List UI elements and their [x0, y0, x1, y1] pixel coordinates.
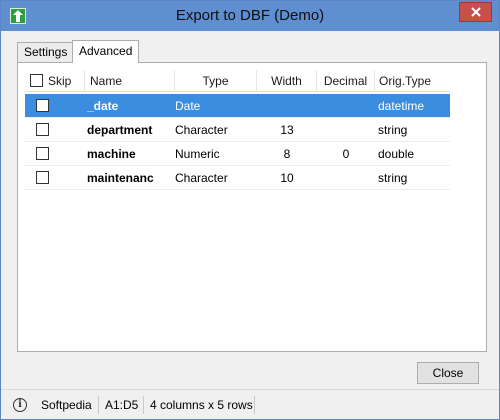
field-type[interactable]: Character	[175, 166, 257, 190]
field-type[interactable]: Character	[175, 118, 257, 142]
skip-checkbox[interactable]	[36, 123, 49, 136]
table-row[interactable]: maintenanc Character 10 string	[25, 166, 450, 190]
skip-checkbox[interactable]	[36, 171, 49, 184]
status-summary: 4 columns x 5 rows	[150, 398, 253, 412]
header-name[interactable]: Name	[85, 70, 175, 92]
field-type[interactable]: Date	[175, 94, 257, 118]
header-skip-label: Skip	[48, 74, 72, 88]
field-orig-type: string	[378, 171, 408, 185]
field-name: department	[87, 123, 153, 137]
field-decimal[interactable]	[317, 118, 375, 142]
title-bar[interactable]: Export to DBF (Demo)	[1, 1, 499, 31]
skip-checkbox[interactable]	[36, 147, 49, 160]
table-row[interactable]: _date Date datetime	[25, 94, 450, 118]
field-decimal[interactable]	[317, 94, 375, 118]
tab-settings[interactable]: Settings	[17, 42, 73, 62]
field-width[interactable]	[257, 94, 317, 118]
field-width[interactable]: 8	[257, 142, 317, 166]
window-title: Export to DBF (Demo)	[175, 7, 325, 24]
status-divider	[143, 396, 144, 414]
status-divider	[254, 396, 255, 414]
header-width[interactable]: Width	[257, 70, 317, 92]
grid-header: Skip Name Type Width Decimal Orig.Type	[25, 70, 450, 92]
tab-advanced[interactable]: Advanced	[72, 40, 139, 63]
status-app: Softpedia	[41, 398, 92, 412]
field-orig-type: double	[378, 147, 415, 161]
close-window-button[interactable]	[459, 2, 492, 22]
status-bar: i Softpedia A1:D5 4 columns x 5 rows	[1, 389, 499, 419]
field-name: machine	[87, 147, 136, 161]
info-icon: i	[13, 398, 27, 412]
skip-checkbox[interactable]	[36, 99, 49, 112]
header-decimal[interactable]: Decimal	[317, 70, 375, 92]
advanced-panel: Skip Name Type Width Decimal Orig.Type _…	[17, 62, 487, 352]
table-row[interactable]: department Character 13 string	[25, 118, 450, 142]
export-dialog: Export to DBF (Demo) Settings Advanced S…	[0, 0, 500, 420]
field-width[interactable]: 13	[257, 118, 317, 142]
field-name: maintenanc	[87, 171, 154, 185]
header-orig-type[interactable]: Orig.Type	[375, 70, 435, 92]
field-width[interactable]: 10	[257, 166, 317, 190]
close-button[interactable]: Close	[417, 362, 479, 384]
header-skip[interactable]: Skip	[25, 70, 85, 92]
header-type[interactable]: Type	[175, 70, 257, 92]
field-orig-type: string	[378, 123, 408, 137]
field-type[interactable]: Numeric	[175, 142, 257, 166]
field-name: _date	[87, 99, 119, 113]
field-decimal[interactable]	[317, 166, 375, 190]
select-all-checkbox[interactable]	[30, 74, 43, 87]
field-decimal[interactable]: 0	[317, 142, 375, 166]
field-orig-type: datetime	[378, 99, 425, 113]
status-divider	[98, 396, 99, 414]
status-range: A1:D5	[105, 398, 139, 412]
table-row[interactable]: machine Numeric 8 0 double	[25, 142, 450, 166]
close-icon	[471, 7, 481, 17]
